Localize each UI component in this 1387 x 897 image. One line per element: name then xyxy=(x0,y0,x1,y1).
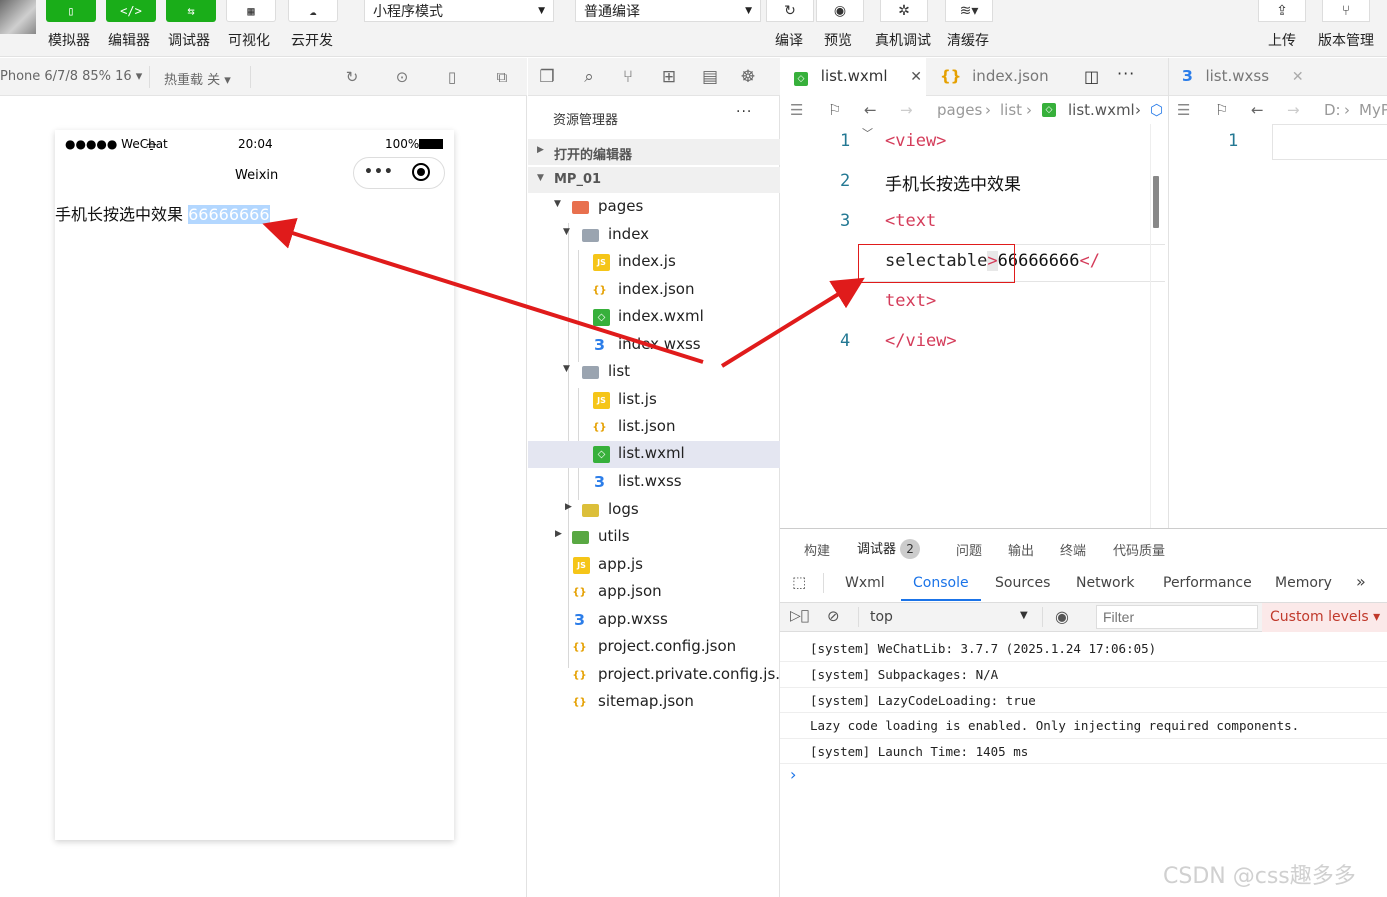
annotation-arrows xyxy=(262,217,865,368)
watermark: CSDN @css趣多多 xyxy=(1163,864,1356,889)
arrow-to-code xyxy=(720,277,865,368)
arrow-to-simulator xyxy=(262,217,704,364)
